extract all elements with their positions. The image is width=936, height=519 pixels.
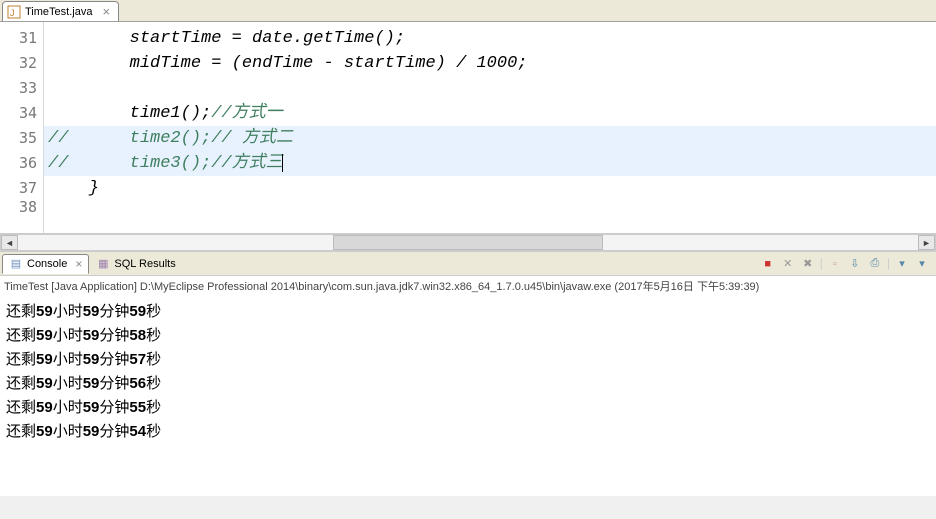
code-area[interactable]: startTime = date.getTime(); midTime = (e… [44,22,936,233]
console-output[interactable]: 还剩59小时59分钟59秒还剩59小时59分钟58秒还剩59小时59分钟57秒还… [0,296,936,496]
tab-sql-results[interactable]: ▦ SQL Results [89,254,182,274]
close-console-icon[interactable]: × [75,257,82,271]
console-launch-info: TimeTest [Java Application] D:\MyEclipse… [0,275,936,296]
display-selected-button[interactable]: ▾ [894,256,910,272]
console-line: 还剩59小时59分钟57秒 [6,348,930,372]
tab-sql-label: SQL Results [114,258,175,270]
code-line[interactable]: midTime = (endTime - startTime) / 1000; [44,51,936,76]
svg-text:J: J [10,8,15,18]
editor-tab-timetest[interactable]: J TimeTest.java × [2,1,119,21]
open-console-button[interactable]: ▾ [914,256,930,272]
bottom-panel-tabs: ▤ Console × ▦ SQL Results ■ ✕ ✖ | ▫ ⇩ ⎙ … [0,251,936,275]
scroll-thumb[interactable] [333,235,603,250]
code-line[interactable]: } [44,176,936,201]
scroll-right-arrow[interactable]: ► [918,235,935,250]
java-file-icon: J [7,5,21,19]
remove-all-button[interactable]: ✖ [800,256,816,272]
code-line[interactable]: // time2();// 方式二 [44,126,936,151]
code-line[interactable]: time1();//方式一 [44,101,936,126]
scroll-left-arrow[interactable]: ◄ [1,235,18,250]
sql-results-icon: ▦ [96,257,110,271]
editor-horizontal-scrollbar[interactable]: ◄ ► [0,234,936,251]
editor-tab-bar: J TimeTest.java × [0,0,936,22]
code-editor[interactable]: 3132333435363738 startTime = date.getTim… [0,22,936,234]
terminate-button[interactable]: ■ [760,256,776,272]
code-line[interactable] [44,76,936,101]
close-tab-icon[interactable]: × [102,5,110,18]
console-line: 还剩59小时59分钟58秒 [6,324,930,348]
code-line[interactable]: // time3();//方式三 [44,151,936,176]
scroll-lock-button[interactable]: ⇩ [847,256,863,272]
console-line: 还剩59小时59分钟55秒 [6,396,930,420]
pin-console-button[interactable]: ⎙ [867,256,883,272]
clear-console-button[interactable]: ▫ [827,256,843,272]
tab-console-label: Console [27,258,67,270]
editor-tab-label: TimeTest.java [25,6,92,18]
console-icon: ▤ [9,257,23,271]
scroll-track[interactable] [18,235,918,250]
line-gutter: 3132333435363738 [0,22,44,233]
code-line[interactable]: startTime = date.getTime(); [44,26,936,51]
console-line: 还剩59小时59分钟56秒 [6,372,930,396]
tab-console[interactable]: ▤ Console × [2,254,89,274]
console-line: 还剩59小时59分钟54秒 [6,420,930,444]
console-toolbar: ■ ✕ ✖ | ▫ ⇩ ⎙ | ▾ ▾ [760,256,934,272]
remove-launch-button[interactable]: ✕ [780,256,796,272]
console-line: 还剩59小时59分钟59秒 [6,300,930,324]
